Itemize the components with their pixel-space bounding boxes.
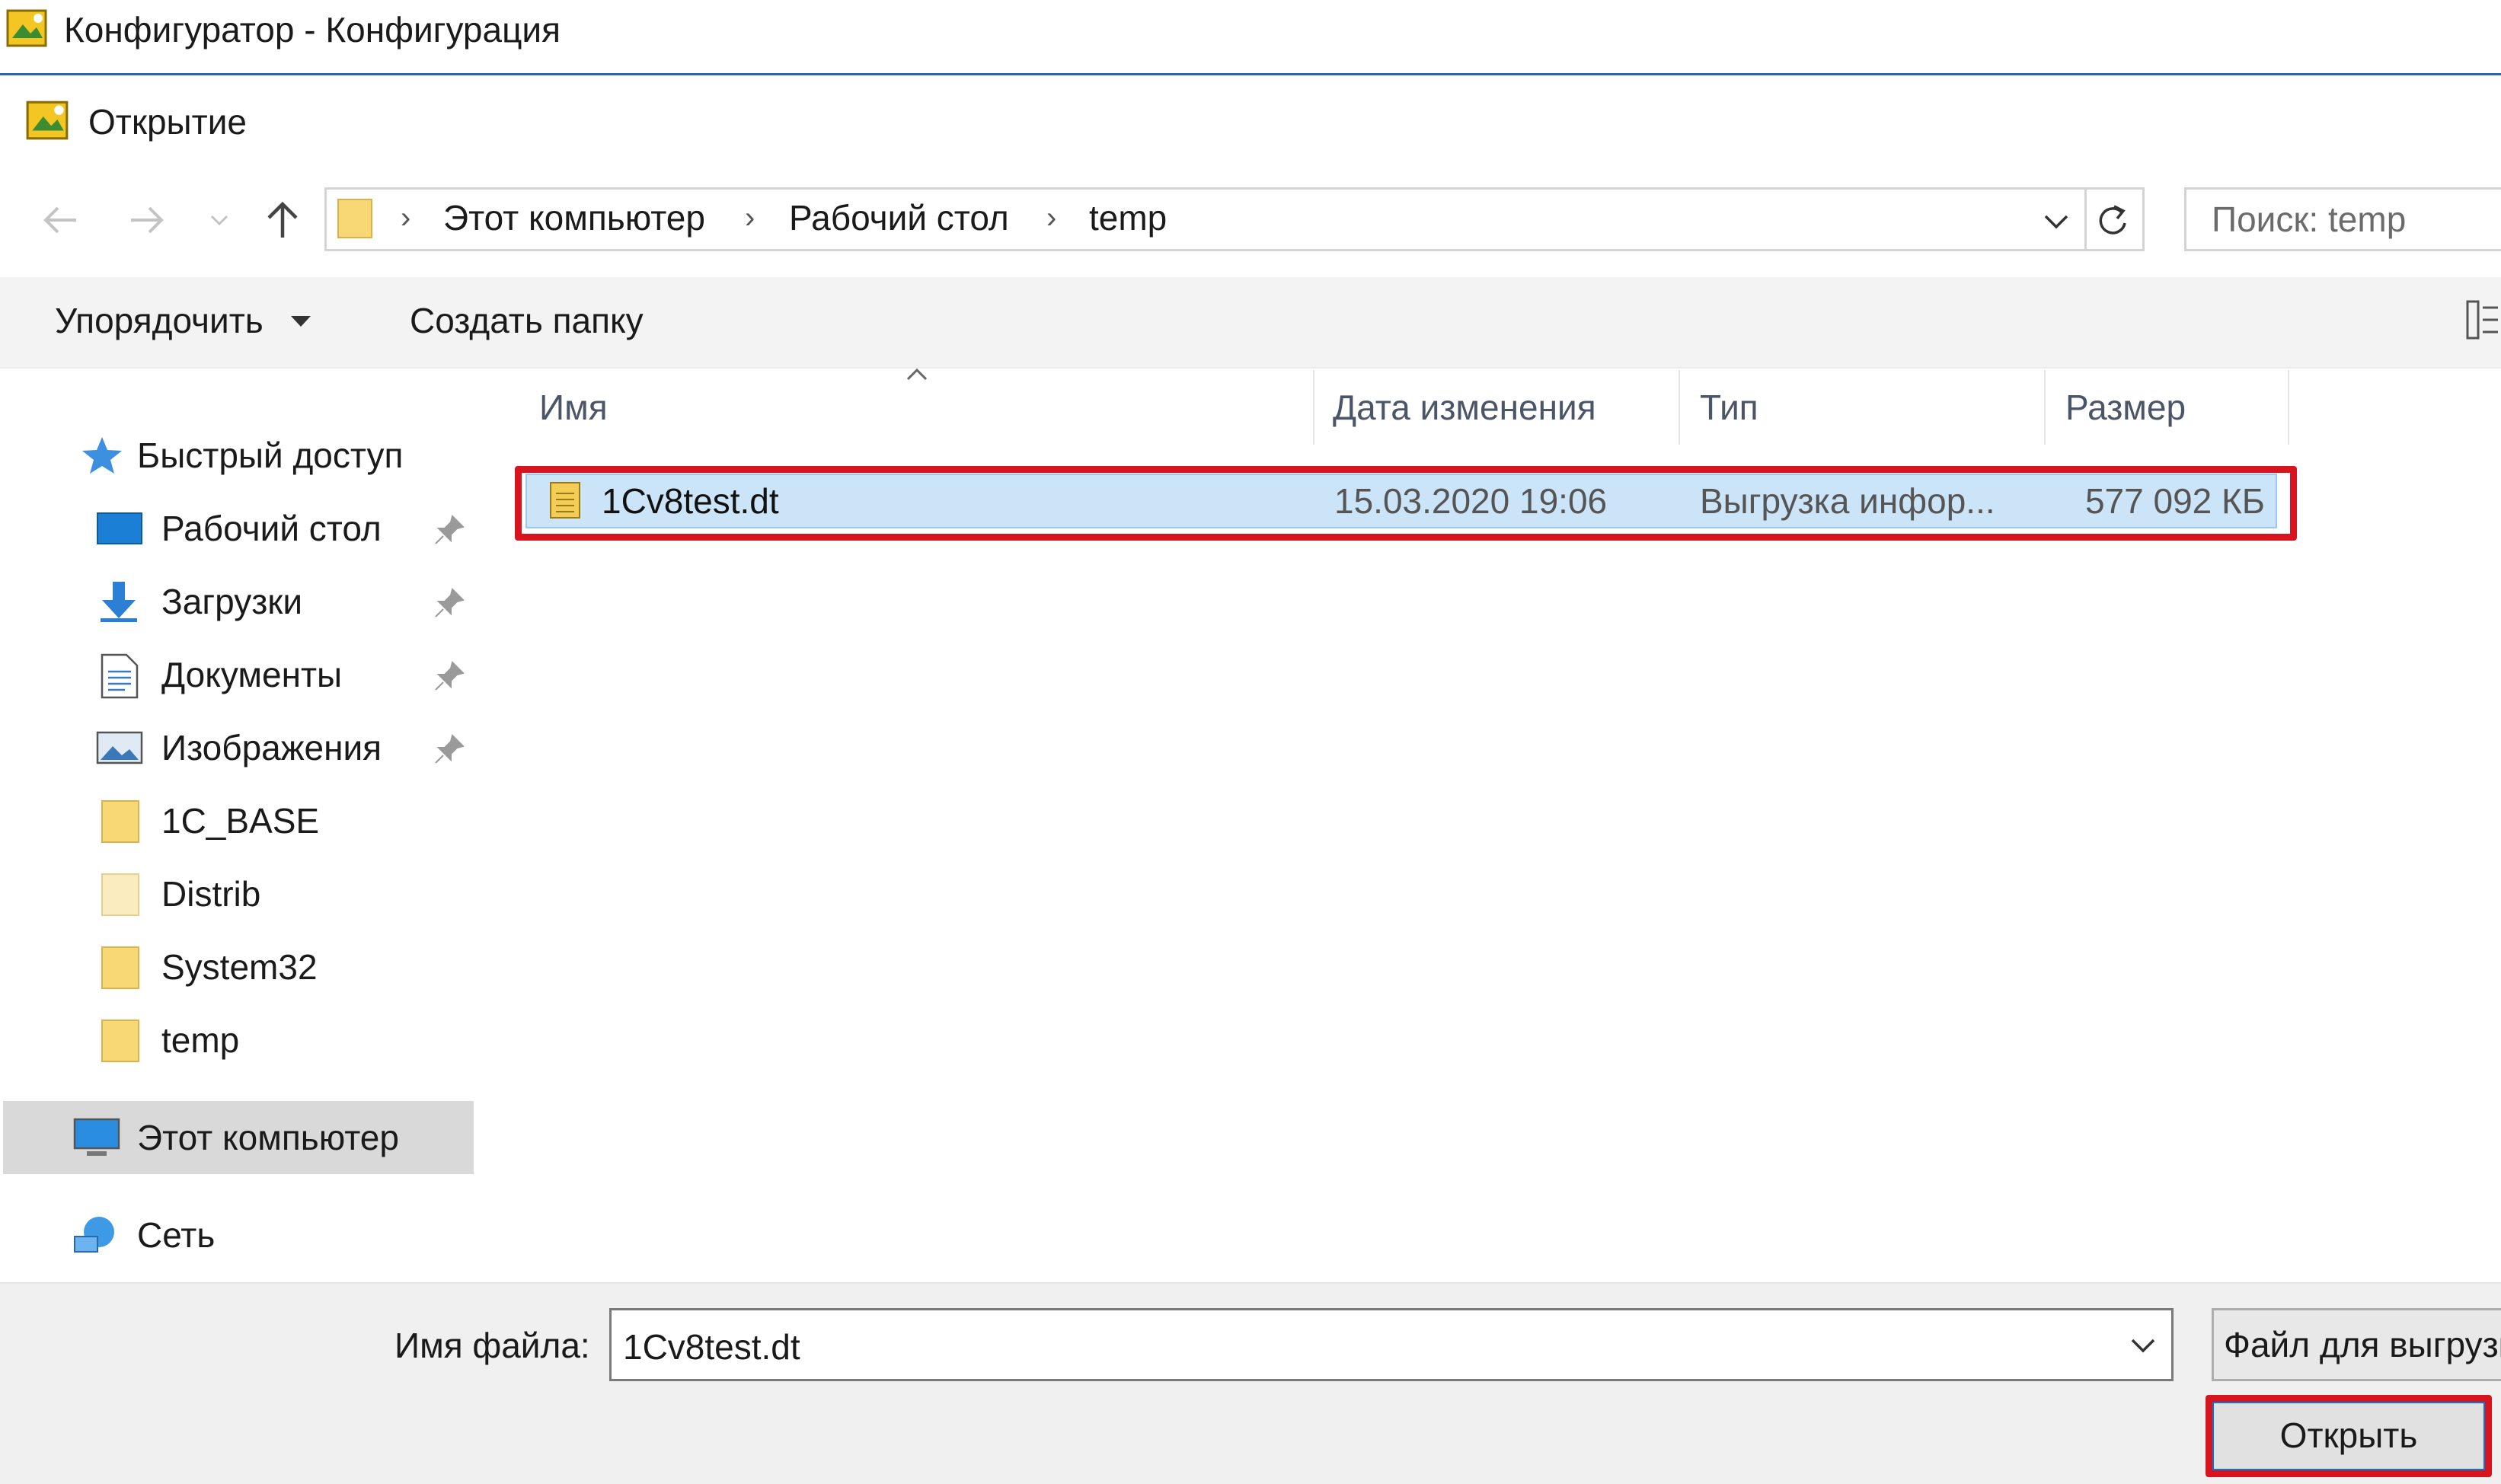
folder-icon (335, 195, 378, 241)
chevron-down-icon (2131, 1339, 2155, 1353)
arrow-right-icon (131, 206, 164, 234)
filename-value: 1Cv8test.dt (623, 1327, 800, 1367)
nav-label: Быстрый доступ (137, 436, 404, 475)
breadcrumb-item[interactable]: Рабочий стол (789, 193, 1009, 242)
arrow-left-icon (43, 206, 76, 234)
back-button[interactable] (34, 193, 87, 247)
column-divider[interactable] (2288, 370, 2289, 445)
organize-button[interactable]: Упорядочить (55, 295, 264, 346)
filename-field[interactable] (609, 1308, 2174, 1381)
column-header-size[interactable]: Размер (2065, 381, 2186, 434)
nav-label: Distrib (161, 874, 261, 914)
breadcrumb-item[interactable]: Этот компьютер (443, 193, 705, 242)
refresh-button[interactable] (2087, 187, 2145, 251)
annotation-highlight-open (2206, 1395, 2492, 1477)
nav-item-network[interactable]: Сеть (0, 1200, 474, 1270)
nav-item-downloads[interactable]: Загрузки (0, 566, 474, 637)
dialog-title: Открытие (88, 102, 247, 142)
breadcrumb-item[interactable]: temp (1089, 193, 1167, 242)
nav-label: Изображения (161, 728, 382, 768)
nav-item-documents[interactable]: Документы (0, 640, 474, 710)
breadcrumb-separator: › (745, 201, 755, 235)
nav-label: Этот компьютер (137, 1118, 399, 1157)
pin-icon[interactable] (433, 659, 466, 693)
pin-icon[interactable] (433, 513, 466, 547)
up-button[interactable] (256, 193, 309, 247)
column-header-type[interactable]: Тип (1700, 381, 1758, 434)
nav-label: 1C_BASE (161, 801, 320, 841)
breadcrumb-separator: › (1046, 201, 1057, 235)
computer-icon (72, 1116, 120, 1159)
column-divider[interactable] (1313, 370, 1314, 445)
nav-item-1c-base[interactable]: 1C_BASE (0, 786, 474, 856)
new-folder-button[interactable]: Создать папку (410, 295, 644, 346)
nav-item-system32[interactable]: System32 (0, 932, 474, 1002)
address-dropdown-button[interactable] (2035, 199, 2078, 242)
nav-label: System32 (161, 947, 318, 987)
folder-icon (101, 799, 146, 843)
search-placeholder: Поиск: temp (2212, 199, 2407, 239)
star-icon (79, 434, 125, 477)
nav-item-this-pc[interactable]: Этот компьютер (0, 1103, 474, 1173)
annotation-highlight-file (515, 466, 2297, 541)
nav-label: Загрузки (161, 582, 303, 621)
folder-icon (101, 946, 146, 989)
sort-ascending-icon (903, 365, 931, 384)
nav-item-quick-access[interactable]: Быстрый доступ (0, 420, 474, 490)
nav-item-pictures[interactable]: Изображения (0, 713, 474, 783)
document-icon (99, 653, 145, 699)
chevron-down-icon (210, 215, 228, 226)
details-view-icon[interactable] (2464, 298, 2501, 341)
column-header-modified[interactable]: Дата изменения (1333, 381, 1596, 434)
command-bar (0, 277, 2501, 369)
filetype-value: Файл для выгрузки (2224, 1325, 2501, 1364)
pin-icon[interactable] (433, 586, 466, 620)
1c-app-icon (5, 5, 50, 50)
filename-label: Имя файла: (394, 1326, 590, 1365)
forward-button[interactable] (120, 193, 174, 247)
nav-item-desktop[interactable]: Рабочий стол (0, 493, 474, 563)
recent-locations-button[interactable] (203, 193, 236, 247)
chevron-down-icon (2044, 215, 2068, 229)
folder-icon (101, 873, 146, 916)
breadcrumb-separator: › (401, 201, 411, 235)
nav-label: temp (161, 1020, 240, 1060)
filename-dropdown-button[interactable] (2123, 1325, 2163, 1364)
nav-label: Рабочий стол (161, 509, 382, 548)
nav-label: Сеть (137, 1215, 216, 1255)
arrow-up-icon (267, 201, 298, 238)
refresh-icon (2099, 205, 2126, 235)
nav-item-distrib[interactable]: Distrib (0, 859, 474, 929)
download-icon (96, 580, 142, 623)
nav-item-temp[interactable]: temp (0, 1005, 474, 1075)
organize-label: Упорядочить (55, 301, 264, 340)
column-divider[interactable] (1679, 370, 1680, 445)
network-icon (72, 1214, 117, 1256)
desktop-icon (96, 507, 142, 550)
caret-down-icon (289, 314, 312, 329)
nav-label: Документы (161, 655, 343, 694)
pictures-icon (96, 726, 143, 769)
column-divider[interactable] (2044, 370, 2046, 445)
column-header-name[interactable]: Имя (539, 381, 608, 434)
pin-icon[interactable] (433, 732, 466, 766)
folder-icon (101, 1019, 146, 1062)
1c-app-icon (24, 96, 72, 143)
window-title: Конфигуратор - Конфигурация (64, 10, 561, 49)
